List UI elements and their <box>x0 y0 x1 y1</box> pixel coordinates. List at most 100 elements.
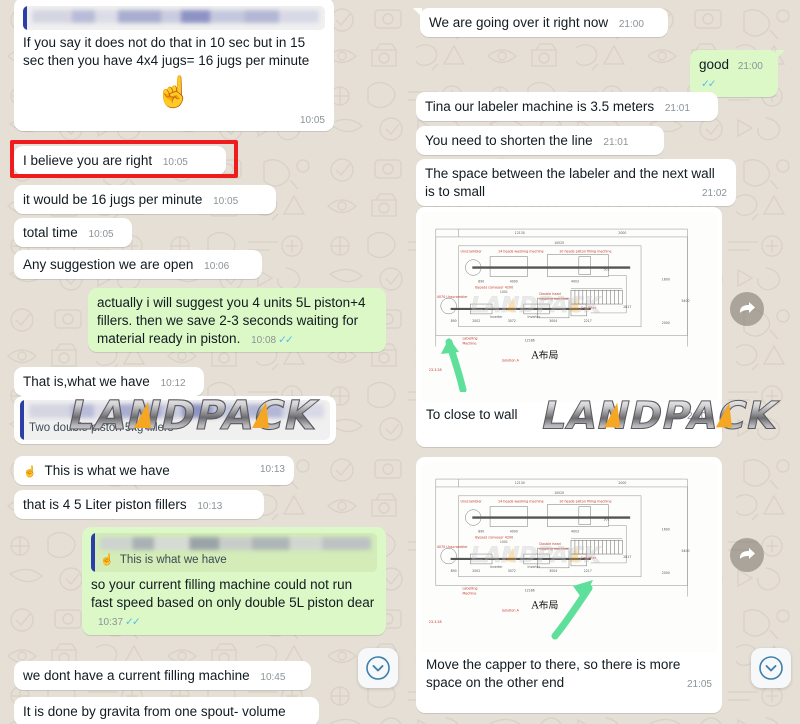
svg-text:2002: 2002 <box>472 319 480 323</box>
svg-text:4070 Unscrambler: 4070 Unscrambler <box>437 295 469 299</box>
svg-text:501: 501 <box>604 517 610 521</box>
message-bubble[interactable]: actually i will suggest you 4 units 5L p… <box>88 288 386 353</box>
read-receipt-ticks: ✓✓ <box>125 615 141 628</box>
svg-text:Cap lifter: Cap lifter <box>581 306 597 310</box>
svg-text:4000: 4000 <box>510 279 518 283</box>
message-text: good <box>699 57 730 72</box>
quoted-reply[interactable]: Two double piston 5kg fillers <box>20 400 330 441</box>
message-time: 21:03 <box>686 411 712 422</box>
message-time: 10:05 <box>299 114 325 126</box>
chevron-down-icon <box>366 656 390 680</box>
svg-text:4000: 4000 <box>510 529 518 533</box>
svg-text:23.3.28: 23.3.28 <box>429 620 442 624</box>
svg-text:3004: 3004 <box>549 319 557 323</box>
forward-arrow-icon <box>740 302 755 313</box>
image-message[interactable]: Unscrambler 14 heads washing machine 10 … <box>416 207 722 447</box>
forward-arrow-icon <box>740 548 755 559</box>
message-text: that is 4 5 Liter piston fillers <box>23 497 187 512</box>
svg-text:Solution A: Solution A <box>502 358 520 362</box>
quoted-sender-blurred <box>32 10 319 23</box>
message-bubble[interactable]: We are going over it right now 21:00 <box>413 8 668 37</box>
scroll-to-bottom-button[interactable] <box>358 648 398 688</box>
quoted-text-label: This is what we have <box>119 554 227 566</box>
message-time: 21:00 <box>618 19 644 30</box>
svg-text:890: 890 <box>451 319 457 323</box>
message-text: You need to shorten the line <box>425 133 593 148</box>
message-bubble[interactable]: we dont have a current filling machine 1… <box>14 661 311 690</box>
svg-text:5400: 5400 <box>681 299 689 303</box>
message-bubble[interactable]: Two double piston 5kg fillers <box>14 396 336 445</box>
message-bubble[interactable]: Tina our labeler machine is 3.5 meters 2… <box>416 92 718 121</box>
message-time: 10:05 <box>88 229 114 240</box>
svg-text:4003: 4003 <box>571 279 579 283</box>
right-chat-column: We are going over it right now 21:00 goo… <box>400 0 800 724</box>
svg-text:1600: 1600 <box>662 277 670 281</box>
svg-text:890: 890 <box>478 529 484 533</box>
message-bubble[interactable]: total time 10:05 <box>14 218 132 247</box>
quoted-reply[interactable] <box>23 6 325 30</box>
svg-text:4003: 4003 <box>571 529 579 533</box>
svg-text:Labelling: Labelling <box>462 587 477 591</box>
svg-text:2817: 2817 <box>623 555 631 559</box>
message-text: We are going over it right now <box>429 15 609 30</box>
read-receipt-ticks: ✓✓ <box>278 333 294 346</box>
svg-text:1001: 1001 <box>500 290 508 294</box>
svg-text:12186: 12186 <box>525 589 535 593</box>
quote-accent-bar <box>23 6 27 30</box>
svg-text:501: 501 <box>604 267 610 271</box>
message-bubble[interactable]: If you say it does not do that in 10 sec… <box>14 0 334 132</box>
quote-accent-bar <box>20 400 24 441</box>
quoted-text: ☝️ This is what we have <box>100 553 371 568</box>
svg-text:A布局: A布局 <box>531 349 559 361</box>
message-time: 21:00 <box>737 61 763 72</box>
message-time: 10:06 <box>204 261 230 272</box>
message-time: 10:13 <box>197 501 223 512</box>
message-time: 10:05 <box>162 157 188 168</box>
message-time: 21:01 <box>664 103 690 114</box>
svg-text:14 heads washing machine: 14 heads washing machine <box>498 500 544 504</box>
svg-text:Unscrambler: Unscrambler <box>460 250 482 254</box>
svg-text:4070 Unscrambler: 4070 Unscrambler <box>437 545 469 549</box>
layout-diagram[interactable]: Unscrambler 14 heads washing machine 10 … <box>421 462 717 652</box>
message-bubble[interactable]: ☝️ This is what we have 10:13 <box>14 456 294 485</box>
message-bubble[interactable]: You need to shorten the line 21:01 <box>416 126 664 155</box>
message-text: This is what we have <box>44 463 170 478</box>
message-text: It is done by gravita from one spout- vo… <box>23 704 286 719</box>
forward-button[interactable] <box>730 538 764 572</box>
svg-text:A布局: A布局 <box>531 599 559 611</box>
quoted-reply[interactable]: ☝️ This is what we have <box>91 533 377 573</box>
quote-accent-bar <box>91 533 95 573</box>
svg-text:Double head: Double head <box>539 292 560 296</box>
svg-text:2000: 2000 <box>662 321 670 325</box>
message-bubble[interactable]: good 21:00 ✓✓ <box>690 50 785 97</box>
svg-text:10020: 10020 <box>554 491 564 495</box>
svg-text:23.3.28: 23.3.28 <box>429 368 442 372</box>
message-text: actually i will suggest you 4 units 5L p… <box>97 295 366 346</box>
svg-text:Bypass conveyor 4200: Bypass conveyor 4200 <box>475 535 513 539</box>
svg-text:Machine: Machine <box>462 341 476 345</box>
message-time: 21:05 <box>686 678 712 690</box>
layout-diagram[interactable]: Unscrambler 14 heads washing machine 10 … <box>421 212 717 402</box>
scroll-to-bottom-button[interactable] <box>751 648 791 688</box>
message-text: If you say it does not do that in 10 sec… <box>23 35 310 68</box>
svg-text:2817: 2817 <box>623 305 631 309</box>
message-bubble[interactable]: The space between the labeler and the ne… <box>416 159 736 206</box>
message-time: 10:45 <box>260 672 286 683</box>
message-bubble[interactable]: Any suggestion we are open 10:06 <box>14 250 262 279</box>
svg-text:12130: 12130 <box>515 481 525 485</box>
message-time: 21:01 <box>603 137 629 148</box>
message-bubble[interactable]: It is done by gravita from one spout- vo… <box>14 697 319 724</box>
left-chat-column: If you say it does not do that in 10 sec… <box>0 0 400 724</box>
pointing-up-emoji: ☝️ <box>155 75 193 109</box>
message-bubble[interactable]: I believe you are right 10:05 <box>14 146 226 175</box>
svg-text:1001: 1001 <box>500 540 508 544</box>
message-bubble[interactable]: That is,what we have 10:12 <box>14 367 204 396</box>
svg-text:Inverter: Inverter <box>528 315 541 319</box>
message-bubble[interactable]: it would be 16 jugs per minute 10:05 <box>14 185 276 214</box>
pointing-up-emoji: ☝️ <box>23 466 37 478</box>
image-message[interactable]: Unscrambler 14 heads washing machine 10 … <box>416 457 722 713</box>
forward-button[interactable] <box>730 292 764 326</box>
message-bubble[interactable]: that is 4 5 Liter piston fillers 10:13 <box>14 490 264 519</box>
message-bubble[interactable]: ☝️ This is what we have so your current … <box>82 527 386 635</box>
svg-text:Solution A: Solution A <box>502 608 520 612</box>
